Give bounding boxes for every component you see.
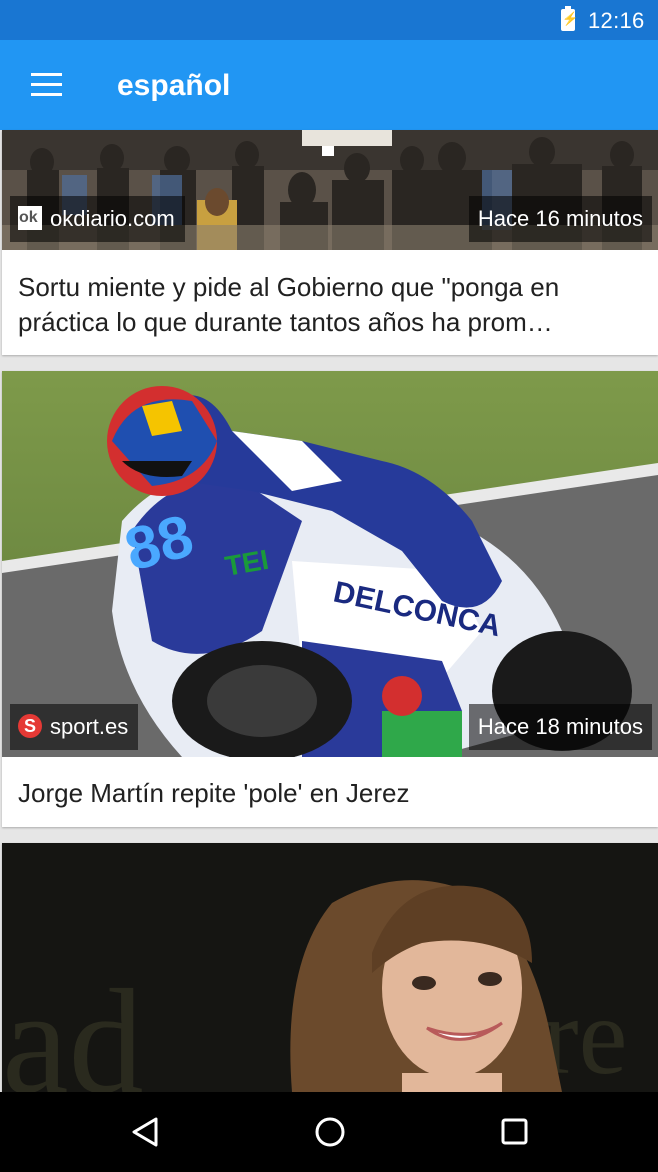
source-logo: ok xyxy=(18,206,42,231)
article-headline: Jorge Martín repite 'pole' en Jerez xyxy=(18,778,410,808)
status-time: 12:16 xyxy=(588,8,645,33)
back-icon[interactable] xyxy=(115,1106,175,1158)
article-image: DELCONCA 88 TEI S sport.es Hace 18 minut… xyxy=(2,371,658,757)
svg-text:ad: ad xyxy=(2,959,144,1092)
source-badge: S sport.es xyxy=(10,704,139,750)
status-bar: 12:16 xyxy=(0,0,658,40)
menu-icon[interactable] xyxy=(16,60,76,110)
recents-icon[interactable] xyxy=(484,1106,544,1158)
article-card[interactable]: ad re xyxy=(2,843,658,1092)
article-image: ad re xyxy=(2,843,658,1092)
app-bar: español xyxy=(0,40,658,130)
source-badge: ok okdiario.com xyxy=(10,196,185,242)
source-name: sport.es xyxy=(50,714,129,739)
time-label: Hace 18 minutos xyxy=(477,714,643,739)
battery-charging-icon xyxy=(561,6,578,31)
source-logo-text: ok xyxy=(19,209,38,227)
source-logo-text: S xyxy=(24,716,37,737)
article-image: ok okdiario.com Hace 16 minutos xyxy=(2,130,658,250)
time-badge: Hace 16 minutos xyxy=(468,196,652,242)
time-label: Hace 16 minutos xyxy=(477,206,643,231)
source-logo: S xyxy=(18,714,42,739)
article-card[interactable]: DELCONCA 88 TEI S sport.es Hace 18 minut… xyxy=(2,371,658,827)
article-card[interactable]: ok okdiario.com Hace 16 minutos Sortu mi… xyxy=(2,130,658,355)
page-title: español xyxy=(117,69,231,102)
home-icon[interactable] xyxy=(299,1106,359,1158)
article-headline: Sortu miente y pide al Gobierno que "pon… xyxy=(18,272,560,337)
navigation-bar xyxy=(0,1092,658,1172)
source-name: okdiario.com xyxy=(50,206,175,231)
time-badge: Hace 18 minutos xyxy=(468,704,652,750)
